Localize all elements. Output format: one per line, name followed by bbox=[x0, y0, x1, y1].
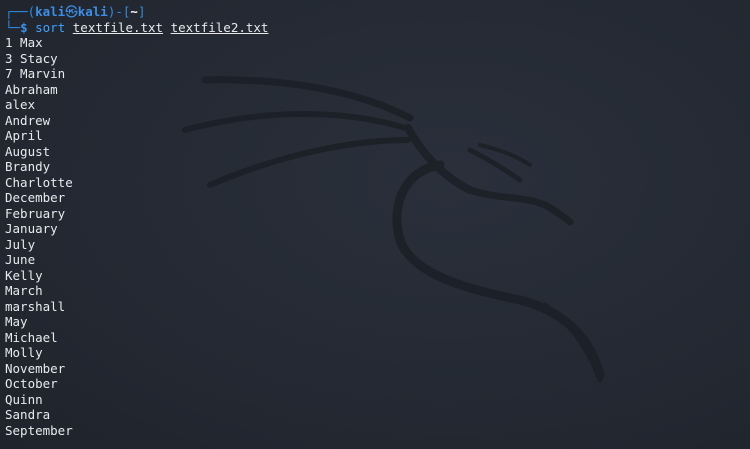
output-line: Sandra bbox=[5, 407, 51, 422]
output-line: Brandy bbox=[5, 159, 51, 174]
output-line: April bbox=[5, 128, 43, 143]
prompt-at-symbol: ㉿ bbox=[65, 4, 78, 19]
output-line: February bbox=[5, 205, 66, 221]
prompt-corner-bottom: └─ bbox=[5, 19, 21, 35]
output-line: Molly bbox=[5, 345, 43, 360]
prompt-user: kali bbox=[35, 4, 66, 19]
output-line: 3 Stacy bbox=[5, 50, 58, 66]
output-line: alex bbox=[5, 97, 36, 112]
prompt-dollar: $ bbox=[20, 19, 28, 35]
prompt-directory: ~ bbox=[130, 4, 138, 19]
prompt-host: kali bbox=[77, 4, 108, 19]
output-line: Andrew bbox=[5, 112, 51, 128]
output-line: January bbox=[5, 221, 58, 236]
output-line: October bbox=[5, 376, 58, 391]
command-name: sort bbox=[35, 19, 66, 35]
prompt-line-2[interactable]: └─$ sort textfile.txt textfile2.txt bbox=[5, 20, 745, 36]
output-line: September bbox=[5, 422, 73, 438]
output-line: Kelly bbox=[5, 267, 43, 283]
command-arg-file2: textfile2.txt bbox=[170, 19, 269, 35]
terminal-window[interactable]: ┌──(kali㉿kali)-[~] └─$ sort textfile.txt… bbox=[0, 0, 750, 449]
output-line: July bbox=[5, 236, 36, 252]
prompt-corner-top: ┌──( bbox=[5, 4, 36, 19]
output-line: December bbox=[5, 190, 66, 205]
output-line: Michael bbox=[5, 329, 58, 345]
command-arg-file1: textfile.txt bbox=[72, 19, 164, 35]
output-line: Abraham bbox=[5, 81, 58, 97]
output-line: May bbox=[5, 314, 28, 329]
command-output: 1 Max 3 Stacy 7 Marvin Abraham alex Andr… bbox=[5, 35, 745, 438]
output-line: November bbox=[5, 360, 66, 376]
prompt-bracket-mid: )-[ bbox=[107, 4, 131, 19]
prompt-bracket-end: ] bbox=[137, 4, 146, 19]
prompt-line-1: ┌──(kali㉿kali)-[~] bbox=[5, 4, 745, 20]
output-line: Charlotte bbox=[5, 174, 73, 190]
terminal-content: ┌──(kali㉿kali)-[~] └─$ sort textfile.txt… bbox=[5, 4, 745, 438]
output-line: March bbox=[5, 283, 43, 298]
output-line: 7 Marvin bbox=[5, 66, 66, 81]
output-line: 1 Max bbox=[5, 35, 43, 50]
output-line: August bbox=[5, 143, 51, 159]
output-line: June bbox=[5, 252, 36, 267]
output-line: Quinn bbox=[5, 391, 43, 407]
output-line: marshall bbox=[5, 298, 66, 314]
